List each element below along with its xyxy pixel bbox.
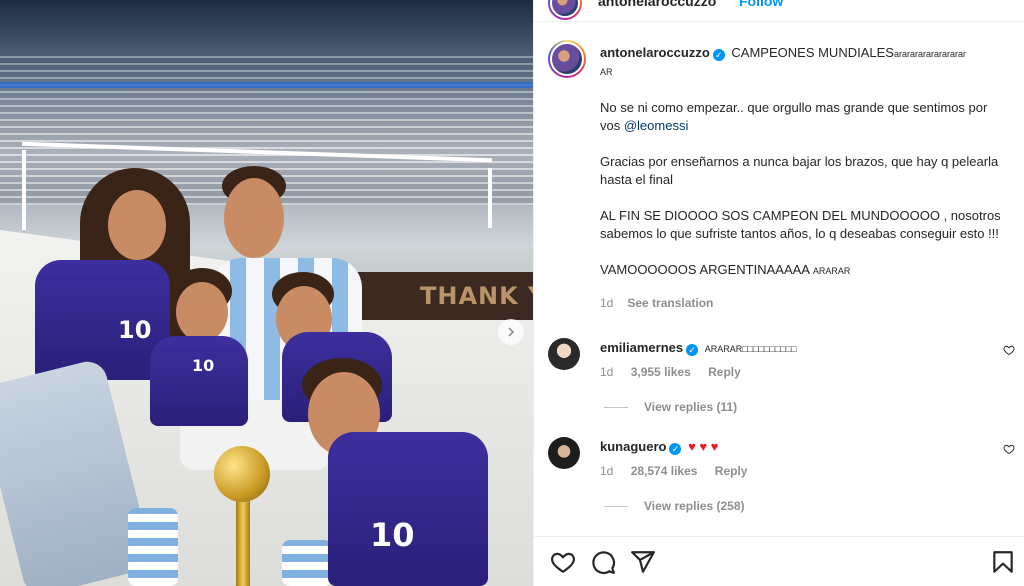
verified-badge-icon: ✓ [712, 49, 725, 61]
see-translation-link[interactable]: See translation [627, 296, 713, 310]
comment-meta: 1d 28,574 likes Reply [600, 464, 761, 478]
caption-avatar[interactable] [548, 40, 586, 78]
comment-meta: 1d 3,955 likes Reply [600, 365, 755, 379]
post-header: antonelaroccuzzo Follow [534, 0, 1024, 22]
goal-post [488, 168, 492, 228]
divider-line [604, 506, 628, 508]
jersey-number: 10 [370, 516, 415, 554]
view-replies-button[interactable]: View replies (258) [604, 499, 745, 513]
banner-text: THANK Y [420, 282, 533, 310]
caption-paragraph: Gracias por enseñarnos a nunca bajar los… [600, 154, 999, 187]
caption-meta: 1d See translation [600, 294, 1010, 312]
caption-time: 1d [600, 296, 614, 310]
commenter-username[interactable]: emiliamernes [600, 340, 683, 355]
reply-button[interactable]: Reply [715, 464, 748, 478]
stadium-roof [0, 0, 533, 60]
post-photo[interactable]: THANK Y 10 10 10 [0, 0, 533, 586]
caption-title-suffix: ararararararararar [893, 49, 966, 59]
heart-icon[interactable] [1003, 443, 1015, 455]
commenter-avatar[interactable] [548, 338, 580, 370]
goal-post [22, 150, 26, 230]
verified-badge-icon: ✓ [686, 344, 699, 356]
author-username[interactable]: antonelaroccuzzo [598, 0, 716, 9]
caption-username[interactable]: antonelaroccuzzo [600, 45, 710, 60]
mention-link[interactable]: @leomessi [624, 118, 689, 133]
comment-time: 1d [600, 365, 614, 379]
caption-title: CAMPEONES MUNDIALES [731, 45, 894, 60]
commenter-username[interactable]: kunaguero [600, 439, 666, 454]
action-bar [534, 536, 1024, 586]
comment-likes[interactable]: 28,574 likes [631, 464, 698, 478]
stadium-light-band [0, 82, 533, 88]
follow-button[interactable]: Follow [739, 0, 783, 9]
verified-badge-icon: ✓ [669, 443, 682, 455]
caption-paragraph-suffix: ARARAR [812, 266, 851, 276]
heart-icon[interactable] [1003, 344, 1015, 356]
view-replies-label: View replies (11) [644, 400, 738, 414]
comment-text: ARARAR□□□□□□□□□□ [704, 344, 797, 354]
golden-ball-trophy [214, 446, 270, 502]
reply-button[interactable]: Reply [708, 365, 741, 379]
view-replies-button[interactable]: View replies (11) [604, 400, 737, 414]
comment-icon[interactable] [590, 549, 616, 575]
commenter-avatar[interactable] [548, 437, 580, 469]
share-icon[interactable] [630, 549, 656, 575]
bookmark-icon[interactable] [990, 549, 1016, 575]
view-replies-label: View replies (258) [644, 499, 745, 513]
comment-time: 1d [600, 464, 614, 478]
caption-paragraph: AL FIN SE DIOOOO SOS CAMPEON DEL MUNDOOO… [600, 208, 1001, 241]
comment-likes[interactable]: 3,955 likes [631, 365, 691, 379]
post-sidebar: antonelaroccuzzo Follow antonelaroccuzzo… [533, 0, 1024, 586]
jersey-number: 10 [118, 316, 152, 344]
heart-icon[interactable] [550, 549, 576, 575]
jersey-number: 10 [192, 356, 215, 375]
divider-line [604, 407, 628, 409]
comment-text: ♥ ♥ ♥ [688, 439, 719, 454]
caption-title-suffix-tail: AR [600, 67, 613, 77]
author-avatar[interactable] [548, 0, 582, 20]
caption-paragraph: VAMOOOOOOS ARGENTINAAAAA [600, 262, 810, 277]
carousel-next-button[interactable] [498, 319, 524, 345]
chevron-right-icon [508, 327, 515, 337]
